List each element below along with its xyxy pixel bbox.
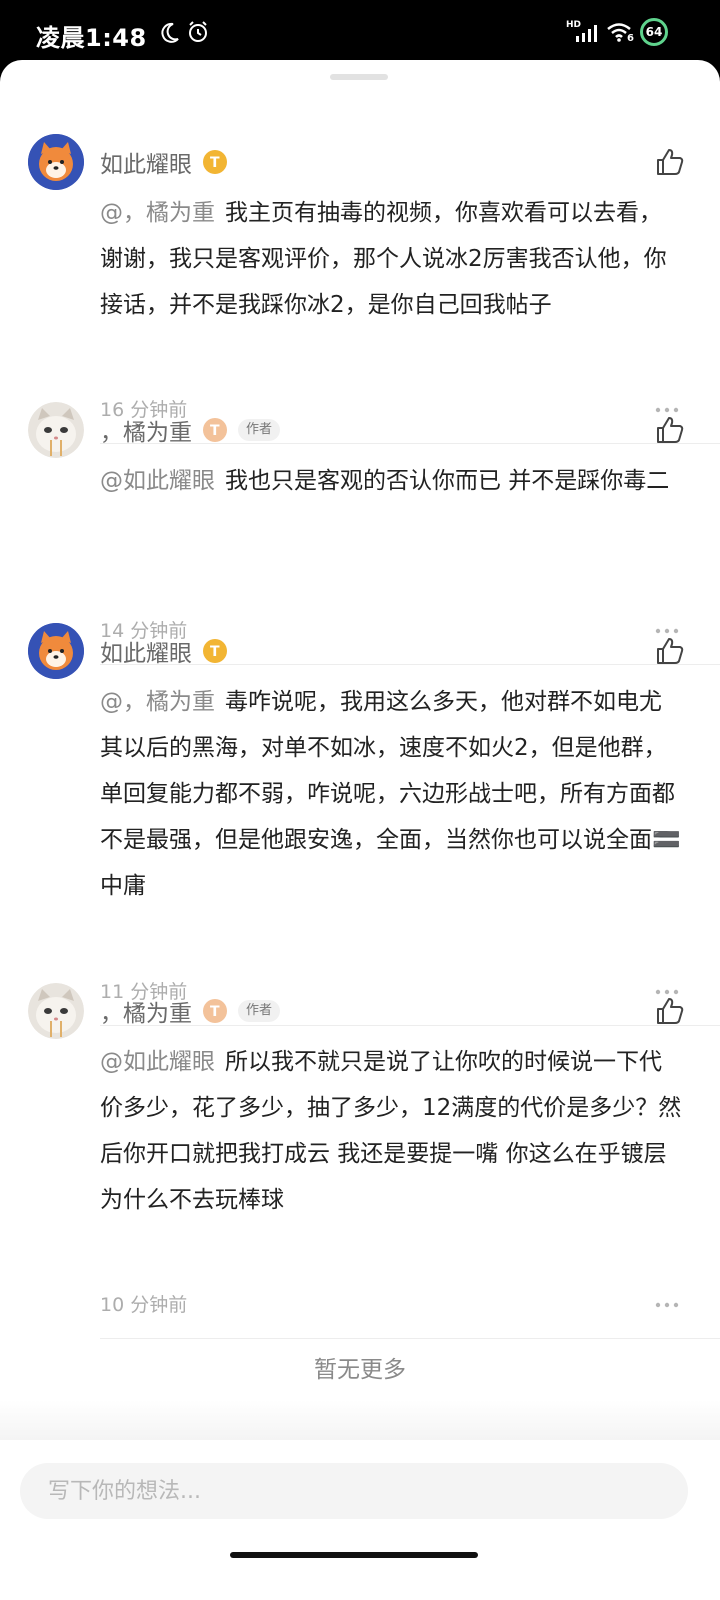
like-icon[interactable] bbox=[655, 415, 685, 445]
comment-text: 毒咋说呢，我用这么多天，他对群不如电尤其以后的黑海，对单不如冰，速度不如火2，但… bbox=[100, 689, 681, 899]
level-letter: T bbox=[210, 644, 220, 660]
like-icon[interactable] bbox=[655, 147, 685, 177]
avatar[interactable] bbox=[28, 623, 84, 679]
avatar[interactable] bbox=[28, 134, 84, 190]
username[interactable]: ，橘为重 bbox=[100, 413, 192, 447]
username[interactable]: 如此耀眼 bbox=[100, 145, 192, 179]
comment-text: 我也只是客观的否认你而已 并不是踩你毒二 bbox=[225, 468, 670, 494]
level-badge-icon: T bbox=[202, 638, 228, 664]
cat-avatar-icon bbox=[28, 983, 84, 1039]
comment-header: ，橘为重 T 作者 bbox=[100, 994, 281, 1028]
comment-input[interactable] bbox=[20, 1463, 688, 1519]
comment-header: 如此耀眼 T bbox=[100, 145, 228, 179]
battery-indicator: 64 bbox=[640, 18, 668, 46]
comment-header: 如此耀眼 T bbox=[100, 634, 228, 668]
comment-body: @如此耀眼 所以我不就只是说了让你吹的时候说一下代价多少，花了多少，抽了多少，12… bbox=[100, 1039, 684, 1223]
level-letter: T bbox=[210, 423, 220, 439]
more-icon[interactable] bbox=[655, 988, 679, 996]
status-bar: 凌晨1:48 HD 6 64 bbox=[0, 0, 720, 64]
home-indicator[interactable] bbox=[230, 1552, 478, 1558]
comment-time: 10 分钟前 bbox=[100, 1294, 188, 1316]
level-badge-icon: T bbox=[202, 417, 228, 443]
comment-input-bar bbox=[0, 1440, 720, 1600]
level-letter: T bbox=[210, 1004, 220, 1020]
moon-icon bbox=[161, 22, 179, 43]
no-more-label: 暂无更多 bbox=[314, 1357, 406, 1383]
more-icon[interactable] bbox=[655, 627, 679, 635]
comment-body: @，橘为重 毒咋说呢，我用这么多天，他对群不如电尤其以后的黑海，对单不如冰，速度不… bbox=[100, 679, 684, 909]
comment-body: @，橘为重 我主页有抽毒的视频，你喜欢看可以去看，谢谢，我只是客观评价，那个人说冰… bbox=[100, 190, 684, 328]
comment-sheet: 如此耀眼 T @，橘为重 我主页有抽毒的视频，你喜欢看可以去看，谢谢，我只是客观评… bbox=[0, 60, 720, 1600]
status-time: 凌晨1:48 bbox=[36, 24, 147, 52]
divider bbox=[100, 1338, 720, 1339]
dog-avatar-icon bbox=[28, 623, 84, 679]
mention-link[interactable]: @，橘为重 bbox=[100, 689, 215, 715]
username[interactable]: ，橘为重 bbox=[100, 994, 192, 1028]
cat-avatar-icon bbox=[28, 402, 84, 458]
author-tag: 作者 bbox=[238, 419, 281, 441]
like-icon[interactable] bbox=[655, 996, 685, 1026]
level-badge-icon: T bbox=[202, 998, 228, 1024]
level-badge-icon: T bbox=[202, 149, 228, 175]
mention-link[interactable]: @，橘为重 bbox=[100, 200, 215, 226]
signal-icon bbox=[576, 25, 597, 42]
more-icon[interactable] bbox=[655, 1301, 679, 1309]
avatar[interactable] bbox=[28, 402, 84, 458]
mention-link[interactable]: @如此耀眼 bbox=[100, 468, 215, 494]
comment-body: @如此耀眼 我也只是客观的否认你而已 并不是踩你毒二 bbox=[100, 458, 684, 504]
dog-avatar-icon bbox=[28, 134, 84, 190]
separator-shade bbox=[0, 1400, 720, 1440]
alarm-icon bbox=[189, 21, 207, 42]
wifi-badge: 6 bbox=[627, 33, 634, 44]
battery-level: 64 bbox=[645, 25, 663, 39]
like-icon[interactable] bbox=[655, 636, 685, 666]
comment-header: ，橘为重 T 作者 bbox=[100, 413, 281, 447]
author-tag: 作者 bbox=[238, 1000, 281, 1022]
level-letter: T bbox=[210, 155, 220, 171]
drag-handle[interactable] bbox=[330, 74, 388, 80]
avatar[interactable] bbox=[28, 983, 84, 1039]
mention-link[interactable]: @如此耀眼 bbox=[100, 1049, 215, 1075]
username[interactable]: 如此耀眼 bbox=[100, 634, 192, 668]
more-icon[interactable] bbox=[655, 406, 679, 414]
